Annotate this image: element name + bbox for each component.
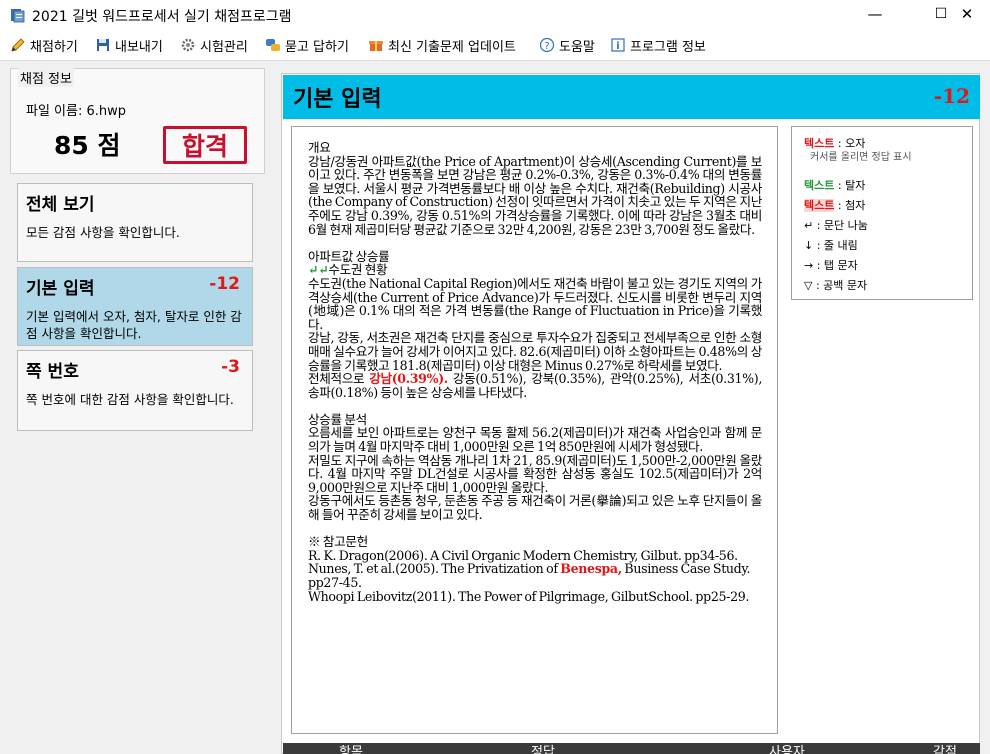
qna-button-label: 묻고 답하기 xyxy=(285,39,349,55)
close-button[interactable]: ✕ xyxy=(944,0,990,30)
svg-text:i: i xyxy=(616,41,619,52)
column-header-item[interactable]: 항목 xyxy=(339,743,363,754)
category-penalty: -3 xyxy=(221,357,240,377)
gift-icon xyxy=(369,41,383,51)
category-card-page-number[interactable]: 쪽 번호 -3 쪽 번호에 대한 감점 사항을 확인합니다. xyxy=(17,350,253,431)
column-header-answer[interactable]: 정답 xyxy=(531,743,555,754)
references-title: ※ 참고문헌 xyxy=(308,534,368,550)
update-button-label: 최신 기출문제 업데이트 xyxy=(388,39,516,55)
export-button[interactable]: 내보내기 xyxy=(95,36,163,55)
category-card-basic-input[interactable]: 기본 입력 -12 기본 입력에서 오자, 첨자, 탈자로 인한 감점 사항을 … xyxy=(17,267,253,346)
window-title: 2021 길벗 워드프로세서 실기 채점프로그램 xyxy=(32,9,292,25)
help-button-label: 도움말 xyxy=(559,39,595,55)
document-view[interactable]: 개요 강남/강동권 아파트값(the Price of Apartment)이 … xyxy=(291,126,778,734)
legend-missing: 텍스트 : 탈자 xyxy=(804,179,866,192)
reference-item: Whoopi Leibovitz(2011). The Power of Pil… xyxy=(308,588,750,604)
score-info-title: 채점 정보 xyxy=(18,68,74,87)
chat-icon xyxy=(266,39,280,51)
exam-manage-button[interactable]: 시험관리 xyxy=(180,36,248,55)
category-card-all[interactable]: 전체 보기 모든 감점 사항을 확인합니다. xyxy=(17,183,253,262)
legend-space: ▽ : 공백 문자 xyxy=(804,279,868,292)
update-button[interactable]: 최신 기출문제 업데이트 xyxy=(368,36,516,55)
legend-tab: → : 탭 문자 xyxy=(804,259,858,272)
legend-typo-hint: 커서를 올리면 정답 표시 xyxy=(810,152,912,163)
pencil-icon xyxy=(11,38,25,52)
section-penalty: -12 xyxy=(933,84,970,108)
paragraph: 강남, 강동, 서초권은 재건축 단지를 중심으로 투자수요가 집중되고 전세부… xyxy=(308,330,762,373)
category-title: 전체 보기 xyxy=(26,195,95,215)
floppy-disk-icon xyxy=(97,39,109,51)
paragraph: 강남/강동권 아파트값(the Price of Apartment)이 상승세… xyxy=(308,153,762,237)
reference-item: R. K. Dragon(2006). A Civil Organic Mode… xyxy=(308,547,738,563)
program-info-button-label: 프로그램 정보 xyxy=(630,39,706,55)
legend-paragraph: ↵ : 문단 나눔 xyxy=(804,219,868,232)
reference-item: Nunes, T. et al.(2005). The Privatizatio… xyxy=(308,561,751,590)
document-text: 개요 강남/강동권 아파트값(the Price of Apartment)이 … xyxy=(308,141,762,603)
column-header-penalty[interactable]: 감점 xyxy=(933,743,957,754)
help-button[interactable]: ? 도움말 xyxy=(539,36,595,55)
result-table-header: 항목 정답 사용자 감점 xyxy=(283,743,980,754)
category-title: 기본 입력 xyxy=(26,279,95,299)
grade-button-label: 채점하기 xyxy=(30,39,78,55)
gear-icon xyxy=(181,38,195,52)
app-icon xyxy=(11,9,25,23)
paragraph: 강동구에서도 등촌동 청우, 둔촌동 주공 등 재건축이 거론(擧論)되고 있은… xyxy=(308,493,762,523)
heading-price-rise: 아파트값 상승률 xyxy=(308,248,390,264)
typo-highlight[interactable]: Benespa, xyxy=(560,561,622,576)
line-break-symbol-icon: ↓ xyxy=(804,239,814,252)
category-penalty: -12 xyxy=(209,274,240,294)
program-info-button[interactable]: i 프로그램 정보 xyxy=(610,36,706,55)
category-desc: 기본 입력에서 오자, 첨자, 탈자로 인한 감점 사항을 확인합니다. xyxy=(26,309,242,341)
paragraph: 오름세를 보인 아파트로는 양천구 목동 활제 56.2(제곱미터)가 재건축 … xyxy=(308,425,762,455)
score-value: 85 점 xyxy=(54,131,121,160)
pass-stamp: 합격 xyxy=(163,126,247,164)
category-desc: 모든 감점 사항을 확인합니다. xyxy=(26,225,180,240)
exam-manage-button-label: 시험관리 xyxy=(200,39,248,55)
subheading: ↵↵수도권 현황 xyxy=(308,262,388,278)
section-header: 기본 입력 -12 xyxy=(283,75,980,119)
tab-symbol-icon: → xyxy=(804,259,814,272)
category-title: 쪽 번호 xyxy=(26,362,79,382)
grade-button[interactable]: 채점하기 xyxy=(10,36,78,55)
qna-button[interactable]: 묻고 답하기 xyxy=(265,36,349,55)
legend-extra: 텍스트 : 첨자 xyxy=(804,199,866,212)
help-icon: ? xyxy=(539,37,555,53)
title-bar: 2021 길벗 워드프로세서 실기 채점프로그램 — ☐ ✕ xyxy=(0,0,990,30)
column-header-user[interactable]: 사용자 xyxy=(769,743,805,754)
heading-analysis: 상승률 분석 xyxy=(308,411,367,427)
heading-overview: 개요 xyxy=(308,140,331,155)
toolbar: 채점하기 내보내기 시험관리 묻고 답하기 최신 기출문제 업데이트 ? 도움말… xyxy=(0,30,990,61)
file-name: 파일 이름: 6.hwp xyxy=(26,104,127,119)
paragraph-symbol-icon: ↵ xyxy=(804,219,814,232)
svg-text:?: ? xyxy=(544,41,549,52)
info-icon: i xyxy=(611,38,625,52)
paragraph: 저밀도 지구에 속하는 역삼동 개나리 1차 21, 85.9(제곱미터)도 1… xyxy=(308,452,762,495)
export-button-label: 내보내기 xyxy=(115,39,163,55)
section-title: 기본 입력 xyxy=(293,86,382,112)
paragraph: 전체적으로 강남(0.39%). 강동(0.51%), 강북(0.35%), 관… xyxy=(308,371,762,400)
legend-box: 텍스트 : 오자 커서를 올리면 정답 표시 텍스트 : 탈자 텍스트 : 첨자… xyxy=(791,126,973,300)
legend-line-break: ↓ : 줄 내림 xyxy=(804,239,858,252)
category-desc: 쪽 번호에 대한 감점 사항을 확인합니다. xyxy=(26,392,234,407)
paragraph: 수도권(the National Capital Region)에서도 재건축 … xyxy=(308,275,762,332)
minimize-button[interactable]: — xyxy=(852,0,898,30)
